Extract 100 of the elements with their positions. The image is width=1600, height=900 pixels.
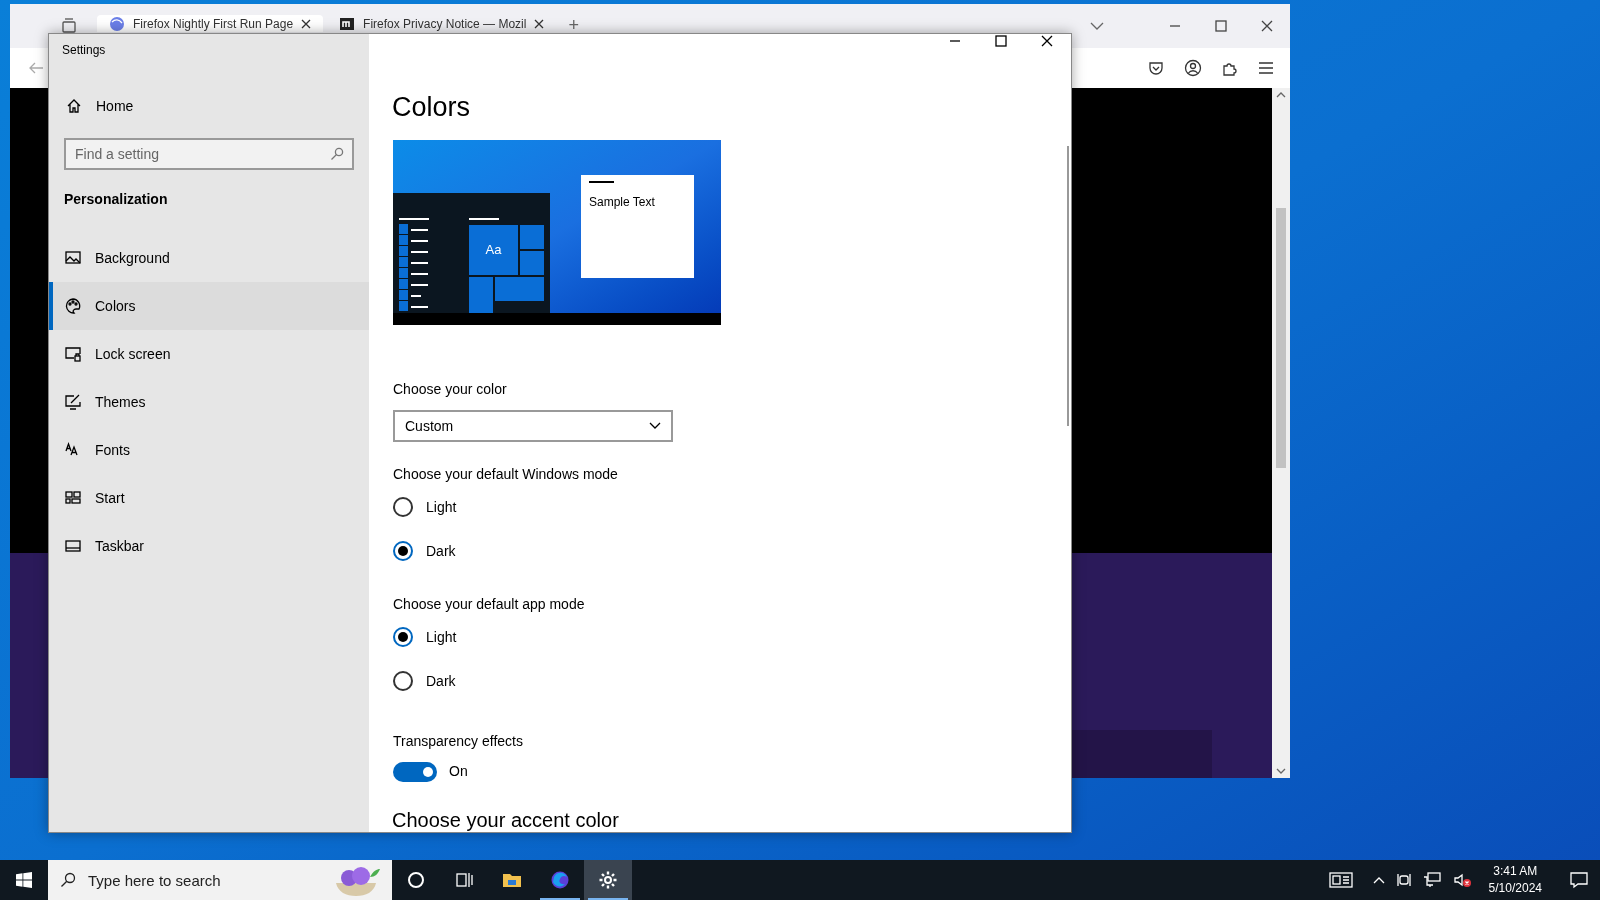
chevron-up-icon[interactable] xyxy=(1372,876,1385,884)
clock[interactable]: 3:41 AM 5/10/2024 xyxy=(1482,863,1548,897)
app-name-line xyxy=(411,229,428,231)
app-icon-square xyxy=(399,246,408,256)
windows-logo-icon xyxy=(16,872,32,888)
page-title: Colors xyxy=(392,91,472,124)
nav-item[interactable]: Background xyxy=(49,234,369,282)
network-icon[interactable] xyxy=(1422,872,1441,888)
heading-line xyxy=(469,218,499,220)
gear-icon xyxy=(598,870,618,890)
maximize-icon[interactable] xyxy=(1215,20,1227,32)
circle-icon xyxy=(406,870,426,890)
scrollbar-thumb[interactable] xyxy=(1067,146,1069,426)
browser-tab[interactable]: Firefox Nightly First Run Page xyxy=(97,15,324,32)
section-heading: Choose your accent color xyxy=(392,808,620,832)
search-icon xyxy=(60,872,76,888)
taskbar-search-field[interactable]: Type here to search xyxy=(48,860,392,900)
muted-speaker-icon[interactable] xyxy=(1452,872,1471,888)
palette-icon xyxy=(65,298,81,314)
tiles-icon xyxy=(65,490,81,506)
scroll-down-icon[interactable] xyxy=(1276,768,1286,774)
task-view-icon xyxy=(454,870,474,890)
time-text: 3:41 AM xyxy=(1493,863,1538,880)
app-icon-square xyxy=(399,279,408,289)
radio-option[interactable]: Light xyxy=(393,621,1071,653)
nav-item[interactable]: Start xyxy=(49,474,369,522)
app-icon-square xyxy=(399,301,408,311)
news-icon[interactable] xyxy=(1328,871,1353,889)
radio-button[interactable] xyxy=(393,671,413,691)
account-icon[interactable] xyxy=(1184,59,1202,77)
radio-option[interactable]: Dark xyxy=(393,665,1071,697)
home-link[interactable]: Home xyxy=(49,84,369,128)
app-name-line xyxy=(411,240,428,242)
nav-item[interactable]: Themes xyxy=(49,378,369,426)
app-icon-square xyxy=(399,257,408,267)
camera-icon[interactable] xyxy=(1396,872,1411,888)
close-icon[interactable] xyxy=(301,18,312,29)
app-name-line xyxy=(411,273,428,275)
close-icon[interactable] xyxy=(534,18,545,29)
section-heading: Personalization xyxy=(63,190,169,209)
scrollbar[interactable] xyxy=(1272,88,1290,778)
menu-icon[interactable] xyxy=(1258,61,1274,75)
app-name-line xyxy=(411,306,428,308)
picture-frame-icon xyxy=(65,250,81,266)
nav-item[interactable]: Lock screen xyxy=(49,330,369,378)
app-name-line xyxy=(411,251,428,253)
date-text: 5/10/2024 xyxy=(1488,880,1542,897)
radio-button[interactable] xyxy=(393,541,413,561)
taskbar-app-button[interactable] xyxy=(584,860,632,900)
pocket-icon[interactable] xyxy=(1148,60,1164,76)
chevron-down-icon[interactable] xyxy=(1090,21,1104,31)
field-label: Choose your color xyxy=(393,380,508,399)
scroll-up-icon[interactable] xyxy=(1276,92,1286,98)
home-icon xyxy=(66,98,82,114)
app-icon-square xyxy=(399,290,408,300)
running-indicator xyxy=(588,898,628,900)
start-tile xyxy=(469,277,493,313)
puzzle-piece-icon[interactable] xyxy=(1222,60,1238,76)
browser-tab[interactable]: Firefox Privacy Notice — Mozil xyxy=(327,15,557,32)
start-tile xyxy=(520,251,544,275)
radio-option[interactable]: Light xyxy=(393,491,1071,523)
letter-m-icon xyxy=(339,15,356,32)
taskbar-icon xyxy=(65,538,81,554)
radio-button[interactable] xyxy=(393,497,413,517)
start-tile xyxy=(495,277,544,301)
app-icon-square xyxy=(399,224,408,234)
app-name-line xyxy=(411,262,428,264)
field-label: Transparency effects xyxy=(393,732,524,751)
nav-item[interactable]: Fonts xyxy=(49,426,369,474)
close-icon[interactable] xyxy=(1041,35,1053,47)
group-label: Choose your default Windows mode xyxy=(393,465,619,484)
app-icon-square xyxy=(399,235,408,245)
close-icon[interactable] xyxy=(1261,20,1273,32)
heading-line xyxy=(399,218,429,220)
radio-button[interactable] xyxy=(393,627,413,647)
fox-globe-icon xyxy=(550,870,570,890)
radio-option[interactable]: Dark xyxy=(393,535,1071,567)
running-indicator xyxy=(540,898,580,900)
app-name-line xyxy=(411,284,428,286)
monitor-brush-icon xyxy=(65,394,81,410)
toggle-switch[interactable] xyxy=(393,761,437,782)
nav-item[interactable]: Taskbar xyxy=(49,522,369,570)
maximize-icon[interactable] xyxy=(995,35,1007,47)
chevron-down-icon xyxy=(649,422,661,430)
tile-text: Aa xyxy=(485,241,502,260)
notification-icon[interactable] xyxy=(1570,871,1588,889)
globe-icon xyxy=(109,15,125,32)
window-title: Settings xyxy=(61,42,107,59)
tab-title: Firefox Privacy Notice — Mozil xyxy=(363,15,527,33)
tab-title: Firefox Nightly First Run Page xyxy=(133,15,294,33)
nav-item[interactable]: Colors xyxy=(49,282,369,330)
start-tile xyxy=(520,225,544,249)
sample-text: Sample Text xyxy=(589,194,656,211)
tab-list-icon[interactable] xyxy=(59,17,78,35)
monitor-lock-icon xyxy=(65,346,81,362)
search-field[interactable]: Find a setting xyxy=(64,138,354,170)
scrollbar-thumb[interactable] xyxy=(1276,208,1286,468)
color-dropdown[interactable]: Custom xyxy=(393,410,673,442)
new-tab-button[interactable]: + xyxy=(568,14,579,36)
group-label: Choose your default app mode xyxy=(393,595,586,614)
